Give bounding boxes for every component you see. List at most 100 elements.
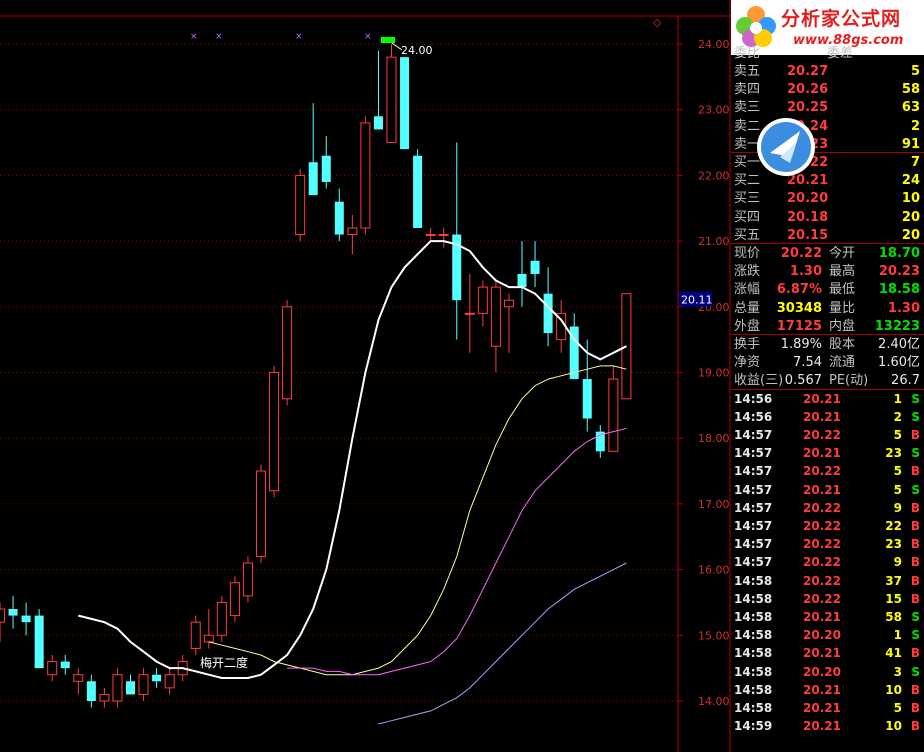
candle-body-up <box>295 174 306 236</box>
fund-label: 收益(三) <box>734 373 784 389</box>
candle-body-down <box>321 155 331 182</box>
quote-panel: 分析家公式网 www.88gs.com 委比 委差 卖五 20.27 5 卖四 20.26 5… <box>731 0 924 752</box>
tick-side: B <box>910 500 920 515</box>
candle-body-up <box>347 227 358 236</box>
quote-label: 内盘 <box>829 318 856 334</box>
bird-watermark-icon <box>757 118 815 176</box>
header-left: 委比 <box>734 46 761 61</box>
y-tick-label: 15.00 <box>698 629 730 642</box>
quote-label: 外盘 <box>734 318 761 334</box>
y-tick-label: 22.00 <box>698 169 730 182</box>
quote-value: 17125 <box>776 318 822 334</box>
fund-value: 1.60亿 <box>878 355 920 371</box>
signal-marker: × <box>295 32 303 42</box>
tick-side: B <box>910 573 920 588</box>
ma-line-ma60 <box>378 562 627 725</box>
tick-row: 14:58 20.20 3 S <box>731 663 924 682</box>
bid-price: 20.20 <box>787 191 829 207</box>
tick-side: S <box>911 628 920 643</box>
candle-body-up <box>269 372 280 492</box>
quote-value: 20.23 <box>878 264 920 280</box>
candle-body-up <box>360 122 371 229</box>
quote-label: 最低 <box>829 282 856 298</box>
tick-row: 14:57 20.22 9 B <box>731 499 924 518</box>
candle-body-up <box>386 56 397 144</box>
tick-side: S <box>911 610 920 624</box>
candle-body-up <box>490 286 501 347</box>
tick-row: 14:58 20.20 1 S <box>731 626 924 645</box>
quote-label: 涨跌 <box>734 264 761 280</box>
bid-row: 买三 20.20 10 <box>731 189 924 208</box>
fund-label: PE(动) <box>829 373 869 389</box>
bid-price: 20.15 <box>787 227 829 243</box>
bid-volume: 7 <box>910 155 920 170</box>
tick-side: B <box>910 646 920 661</box>
quote-value: 1.30 <box>887 300 920 316</box>
candle-body-up <box>0 608 5 623</box>
ask-volume: 2 <box>910 118 920 134</box>
candle-body-down <box>152 674 162 682</box>
tick-time: 14:58 <box>734 591 773 606</box>
tick-price: 20.21 <box>803 409 841 424</box>
y-tick-label: 16.00 <box>698 564 730 577</box>
tick-side: B <box>910 555 920 570</box>
tick-volume: 10 <box>885 719 902 734</box>
tick-time: 14:57 <box>734 519 773 533</box>
tick-side: B <box>910 428 920 442</box>
ask-price: 20.25 <box>787 100 829 116</box>
tick-side: S <box>911 446 920 461</box>
tick-side: S <box>911 482 920 497</box>
tick-volume: 5 <box>893 701 902 715</box>
y-tick-label: 17.00 <box>698 498 730 511</box>
ask-price: 20.26 <box>787 82 829 98</box>
fund-value: 0.567 <box>784 373 822 389</box>
tick-price: 20.21 <box>803 701 841 715</box>
quote-row: 现价 20.22 今开 18.70 <box>731 244 924 263</box>
bid-volume: 24 <box>901 173 920 189</box>
candle-body-up <box>47 661 58 676</box>
candle-body-up <box>112 674 123 702</box>
tick-side: B <box>910 464 920 479</box>
ask-volume: 63 <box>901 100 920 116</box>
candle-body-up <box>99 693 110 702</box>
bid-price: 20.18 <box>787 209 829 225</box>
tick-time: 14:58 <box>734 573 773 588</box>
y-tick-label: 18.00 <box>698 432 730 445</box>
ask-label: 卖四 <box>734 82 761 98</box>
tick-time: 14:56 <box>734 409 773 424</box>
candle-body-down <box>86 681 96 701</box>
tick-time: 14:57 <box>734 482 773 497</box>
quote-value: 18.70 <box>878 246 920 261</box>
tick-volume: 5 <box>893 428 902 442</box>
signal-marker: × <box>215 32 223 42</box>
tick-row: 14:57 20.22 5 B <box>731 462 924 481</box>
ask-label: 卖三 <box>734 100 761 116</box>
tick-side: B <box>910 519 920 533</box>
bid-volume: 20 <box>901 209 920 225</box>
y-tick-label: 23.00 <box>698 104 730 117</box>
candle-body-up <box>256 470 266 557</box>
tick-row: 14:59 20.21 10 B <box>731 717 924 736</box>
fund-value: 7.54 <box>793 355 822 371</box>
fund-row: 换手 1.89% 股本 2.40亿 <box>731 335 924 354</box>
tick-time: 14:58 <box>734 610 773 624</box>
candle-body-down <box>34 615 44 669</box>
tick-side: B <box>910 537 920 552</box>
quote-row: 涨幅 6.87% 最低 18.58 <box>731 280 924 299</box>
kline-chart[interactable]: 24.0023.0022.0021.0020.0019.0018.0017.00… <box>0 0 731 752</box>
tick-side: B <box>910 719 920 734</box>
tick-time: 14:58 <box>734 628 773 643</box>
tick-price: 20.22 <box>803 464 841 479</box>
tick-price: 20.22 <box>803 537 841 552</box>
tick-row: 14:58 20.21 41 B <box>731 644 924 663</box>
candle-body-up <box>138 674 149 695</box>
quote-value: 20.22 <box>780 246 822 261</box>
tick-row: 14:58 20.22 37 B <box>731 572 924 591</box>
ask-volume: 5 <box>910 64 920 79</box>
tick-price: 20.21 <box>803 719 841 734</box>
tick-time: 14:56 <box>734 391 773 406</box>
header-mid: 委差 <box>827 46 854 61</box>
tick-volume: 1 <box>893 628 902 643</box>
tick-volume: 23 <box>885 537 902 552</box>
high-marker <box>381 37 395 43</box>
